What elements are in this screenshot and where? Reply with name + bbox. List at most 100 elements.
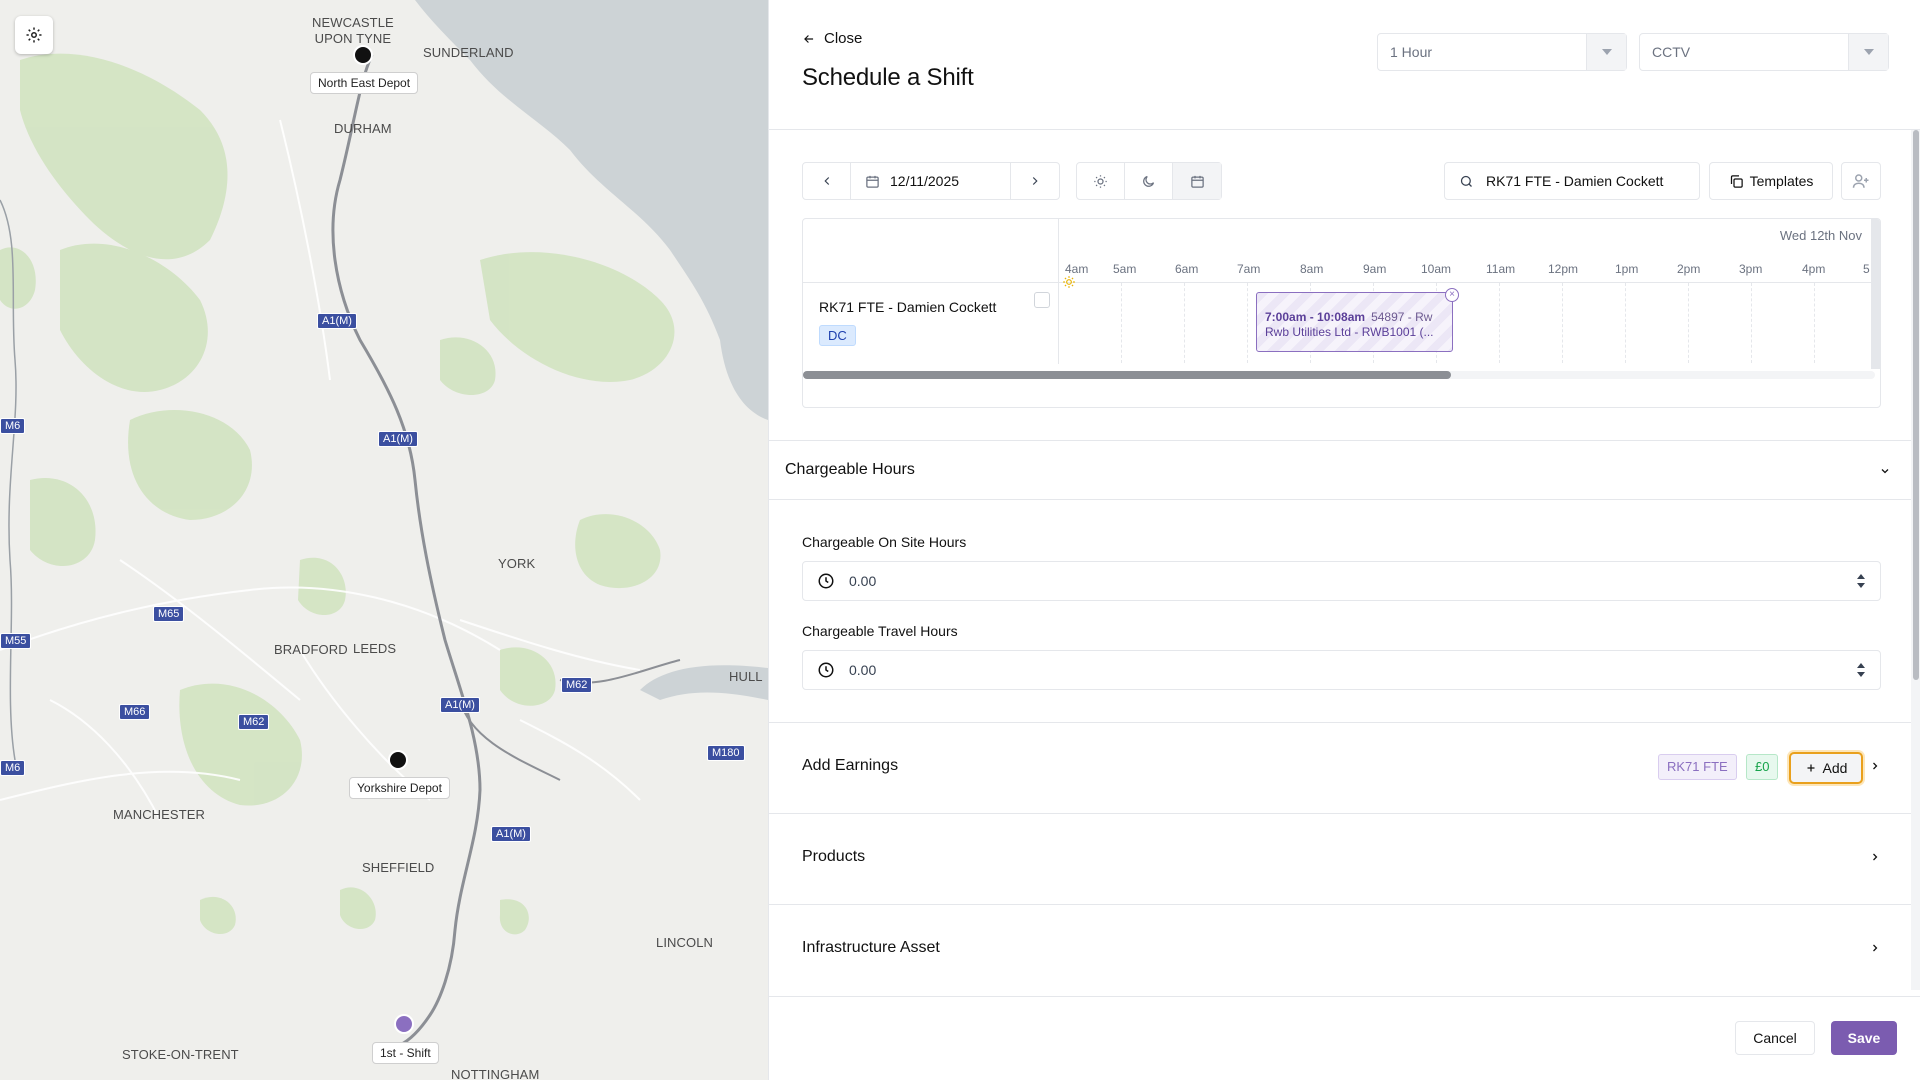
city-label-sunderland: SUNDERLAND [423,45,514,60]
map-marker-shift[interactable] [394,1014,414,1034]
road-shield: A1(M) [440,697,480,713]
duration-select[interactable]: 1 Hour [1377,33,1627,71]
shift-block-line1: 7:00am - 10:08am 54897 - Rw [1265,310,1432,324]
add-earning-button[interactable]: Add [1789,752,1863,784]
user-plus-icon [1852,174,1869,188]
products-title: Products [802,848,866,865]
arrow-left-icon [804,34,814,43]
plus-icon [1807,764,1815,772]
map-marker-label: North East Depot [310,72,419,94]
chargeable-hours-title: Chargeable Hours [785,461,915,478]
chevron-down-icon [1586,34,1626,70]
hour-label: 10am [1421,262,1452,276]
hour-label: 3pm [1739,262,1763,276]
date-picker[interactable]: 12/11/2025 [851,163,1011,199]
map-marker-label: 1st - Shift [372,1042,439,1064]
night-view-button[interactable] [1125,163,1173,199]
shift-ref: 54897 - Rw [1371,310,1433,324]
prev-day-button[interactable] [803,163,851,199]
map-marker-label: Yorkshire Depot [349,777,450,799]
templates-button[interactable]: Templates [1709,162,1833,200]
city-label-leeds: LEEDS [353,641,397,656]
cancel-button[interactable]: Cancel [1735,1021,1815,1055]
panel-header: Close Schedule a Shift 1 Hour CCTV [769,0,1920,130]
onsite-hours-input[interactable]: 0.00 [802,561,1881,601]
road-shield: M6 [0,418,26,434]
add-earnings-row[interactable]: Add Earnings RK71 FTE £0 Add [769,722,1911,813]
road-shield: M65 [153,606,185,622]
chevron-down-icon [1848,34,1888,70]
page-title: Schedule a Shift [802,64,974,91]
close-link[interactable]: Close [802,30,862,47]
view-mode-group [1076,162,1222,200]
copy-icon [1730,174,1743,188]
chevron-right-icon [1873,944,1878,952]
chevron-left-icon [823,177,829,185]
vehicle-pill: RK71 FTE [1658,754,1737,780]
city-label-hull: HULL [729,669,763,684]
day-view-button[interactable] [1077,163,1125,199]
panel-scrollbar-thumb[interactable] [1913,130,1919,680]
map-marker-north-east-depot[interactable] [353,45,373,65]
stepper-icon[interactable] [1856,573,1866,589]
road-shield: M66 [119,704,151,720]
timeline-hscrollbar-thumb[interactable] [803,371,1451,379]
next-day-button[interactable] [1011,163,1059,199]
worker-search-input[interactable]: RK71 FTE - Damien Cockett [1444,162,1700,200]
amount-pill: £0 [1746,754,1779,780]
chevron-right-icon [1873,853,1878,861]
hour-gridline [1247,283,1248,363]
shift-block[interactable]: 7:00am - 10:08am 54897 - Rw Rwb Utilities… [1256,292,1453,352]
city-label-nottingham: NOTTINGHAM [451,1067,540,1080]
calendar-icon [866,175,879,188]
remove-shift-button[interactable]: × [1445,288,1459,302]
infrastructure-asset-row[interactable]: Infrastructure Asset [769,904,1911,995]
chevron-down-icon [1881,469,1889,474]
schedule-shift-panel: Close Schedule a Shift 1 Hour CCTV 12/11… [768,0,1920,1080]
timeline-worker-name: RK71 FTE - Damien Cockett [819,299,997,315]
hour-label: 8am [1300,262,1324,276]
close-label: Close [824,30,863,47]
products-row[interactable]: Products [769,813,1911,904]
worker-row-checkbox[interactable] [1034,292,1050,308]
onsite-hours-value: 0.00 [849,573,877,589]
hour-label: 5 [1863,262,1870,276]
timeline-vscrollbar[interactable] [1871,219,1880,369]
hour-label: 6am [1175,262,1199,276]
travel-hours-value: 0.00 [849,662,877,678]
map-settings-button[interactable] [15,16,53,54]
hour-gridline [1688,283,1689,363]
search-icon [1460,175,1472,187]
map-marker-yorkshire-depot[interactable] [388,750,408,770]
panel-footer: Cancel Save [769,996,1920,1080]
city-label-lincoln: LINCOLN [656,935,714,950]
chevron-right-icon [1032,177,1038,185]
chargeable-hours-header[interactable]: Chargeable Hours [769,440,1911,500]
hour-gridline [1562,283,1563,363]
clock-icon [818,662,834,678]
city-label-york: YORK [498,556,536,571]
calendar-view-button[interactable] [1173,163,1221,199]
city-label-bradford: BRADFORD [274,642,348,657]
gear-icon [26,27,42,43]
type-select[interactable]: CCTV [1639,33,1889,71]
shift-time: 7:00am - 10:08am [1265,310,1366,324]
save-button[interactable]: Save [1831,1021,1897,1055]
timeline-divider [803,282,1875,283]
stepper-icon[interactable] [1856,662,1866,678]
hour-label: 2pm [1677,262,1701,276]
add-earnings-title: Add Earnings [802,757,899,774]
hour-label: 4pm [1802,262,1826,276]
search-value: RK71 FTE - Damien Cockett [1486,173,1664,189]
templates-label: Templates [1749,173,1814,189]
add-worker-button[interactable] [1841,162,1881,200]
add-earning-label: Add [1822,760,1848,776]
map-view[interactable]: NEWCASTLE UPON TYNE SUNDERLAND DURHAM YO… [0,0,768,1080]
road-shield: M55 [0,633,32,649]
calendar-icon [1190,175,1204,188]
infrastructure-asset-title: Infrastructure Asset [802,939,940,956]
travel-hours-input[interactable]: 0.00 [802,650,1881,690]
travel-hours-label: Chargeable Travel Hours [802,623,958,639]
moon-icon [1143,175,1155,187]
road-shield: A1(M) [317,313,357,329]
